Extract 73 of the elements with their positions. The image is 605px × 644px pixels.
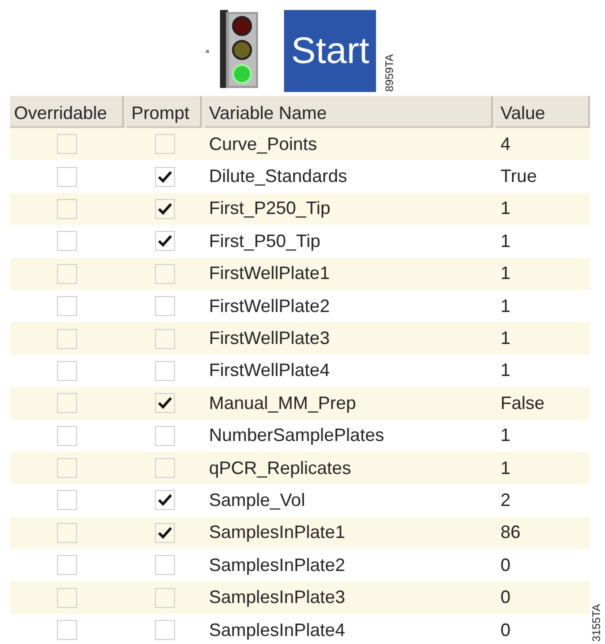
checkbox[interactable] [154, 296, 175, 316]
variable-name: SamplesInPlate2 [208, 554, 346, 577]
variable-name: First_P50_Tip [208, 230, 322, 253]
checkbox[interactable] [57, 555, 78, 576]
checkbox[interactable] [57, 360, 78, 381]
checkbox[interactable] [154, 166, 175, 187]
checkbox[interactable] [154, 198, 175, 219]
checkbox[interactable] [154, 393, 175, 414]
checkbox[interactable] [154, 231, 175, 252]
figure-code: 3155TA [590, 604, 604, 642]
checkbox[interactable] [57, 296, 78, 316]
checkbox[interactable] [57, 328, 78, 349]
variable-name: FirstWellPlate2 [208, 294, 331, 318]
checkbox[interactable] [57, 198, 78, 219]
checkbox[interactable] [57, 588, 78, 608]
checkbox[interactable] [57, 134, 78, 154]
checkbox[interactable] [57, 264, 78, 284]
variable-value: 1 [499, 359, 512, 382]
checkbox[interactable] [154, 134, 175, 154]
variable-value: 1 [499, 294, 512, 318]
variable-name: NumberSamplePlates [208, 424, 386, 448]
variable-value: 2 [499, 488, 512, 512]
checkbox[interactable] [154, 522, 175, 543]
variable-value: False [499, 392, 546, 415]
checkbox[interactable] [154, 620, 175, 640]
variable-value: 1 [499, 456, 512, 480]
variable-value: 0 [499, 618, 512, 642]
variable-name: Manual_MM_Prep [208, 392, 358, 415]
checkbox[interactable] [57, 522, 78, 543]
variable-name: Curve_Points [208, 132, 318, 156]
checkbox[interactable] [154, 588, 175, 608]
dot-mark [206, 50, 210, 53]
variable-value: 1 [499, 197, 512, 220]
checkbox[interactable] [57, 458, 78, 478]
checkbox[interactable] [57, 166, 78, 187]
figure-code: 8959TA [383, 54, 398, 92]
checkbox[interactable] [154, 360, 175, 381]
checkbox[interactable] [154, 555, 175, 576]
traffic-light-icon [220, 10, 258, 88]
variable-value: 1 [499, 262, 512, 286]
variable-value: 0 [499, 586, 512, 610]
variable-name: FirstWellPlate4 [208, 359, 331, 382]
variable-name: Dilute_Standards [208, 165, 348, 188]
variable-name: SamplesInPlate1 [208, 521, 346, 544]
variable-name: qPCR_Replicates [208, 456, 352, 480]
variable-name: SamplesInPlate4 [208, 618, 346, 642]
column-header[interactable]: Variable Name [205, 96, 494, 128]
column-header[interactable]: Value [496, 96, 590, 128]
variable-value: 1 [499, 230, 512, 253]
variable-value: 4 [499, 132, 512, 156]
variable-name: Sample_Vol [208, 488, 306, 512]
checkbox[interactable] [154, 458, 175, 478]
variable-value: True [499, 165, 538, 188]
checkbox[interactable] [57, 490, 78, 510]
variable-value: 0 [499, 554, 512, 577]
checkbox[interactable] [154, 264, 175, 284]
variable-name: FirstWellPlate1 [208, 262, 331, 286]
checkbox[interactable] [57, 426, 78, 446]
variable-name: SamplesInPlate3 [208, 586, 346, 610]
column-header[interactable]: Prompt [127, 96, 202, 128]
variable-value: 1 [499, 424, 512, 448]
variable-value: 1 [499, 327, 512, 350]
checkbox[interactable] [154, 328, 175, 349]
checkbox[interactable] [57, 231, 78, 252]
checkbox[interactable] [57, 620, 78, 640]
column-header[interactable]: Overridable [10, 96, 124, 128]
start-button[interactable]: Start [284, 10, 376, 92]
variable-name: First_P250_Tip [208, 197, 332, 220]
variable-name: FirstWellPlate3 [208, 327, 331, 350]
checkbox[interactable] [154, 490, 175, 510]
checkbox[interactable] [57, 393, 78, 414]
checkbox[interactable] [154, 426, 175, 446]
variable-value: 86 [499, 521, 522, 544]
